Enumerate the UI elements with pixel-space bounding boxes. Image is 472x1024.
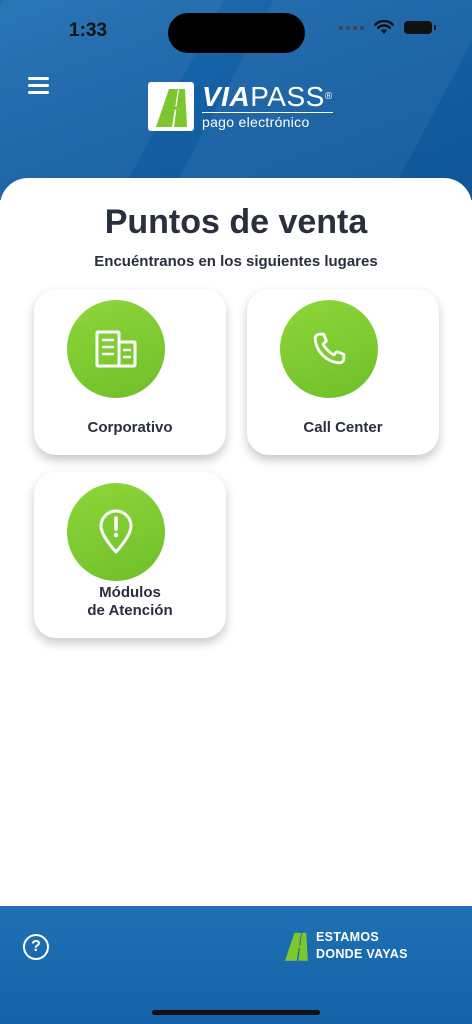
tile-call-center[interactable]: Call Center bbox=[247, 289, 439, 455]
logo-brand-light: PASS bbox=[250, 81, 325, 112]
road-logo-icon bbox=[148, 82, 194, 131]
tile-label-line2: de Atención bbox=[87, 602, 173, 619]
tile-icon-circle bbox=[67, 483, 165, 581]
wifi-icon bbox=[374, 20, 394, 34]
hamburger-menu-icon[interactable] bbox=[28, 77, 49, 97]
slogan-line1: ESTAMOS bbox=[316, 930, 379, 944]
battery-icon bbox=[404, 21, 436, 34]
location-pin-icon bbox=[99, 509, 133, 554]
tile-label-call-center: Call Center bbox=[303, 419, 383, 436]
phone-icon bbox=[313, 332, 346, 365]
road-logo-icon bbox=[284, 932, 308, 961]
home-indicator bbox=[152, 1010, 320, 1015]
footer-slogan: ESTAMOS DONDE VAYAS bbox=[282, 928, 408, 964]
footer-bar bbox=[0, 906, 472, 1024]
viapass-logo: VIAPASS® pago electrónico bbox=[148, 82, 333, 131]
logo-brand-bold: VIA bbox=[202, 81, 251, 112]
tile-label-modulos: Módulos de Atención bbox=[34, 584, 226, 620]
slogan-line2: DONDE VAYAS bbox=[316, 947, 408, 961]
tile-label-line1: Módulos bbox=[99, 584, 161, 601]
logo-registered: ® bbox=[324, 91, 333, 102]
tile-icon-circle bbox=[280, 300, 378, 398]
logo-tagline: pago electrónico bbox=[202, 112, 333, 130]
page-title: Puntos de venta bbox=[104, 203, 368, 241]
tile-modulos-atencion[interactable]: Módulos de Atención bbox=[34, 472, 226, 638]
status-time: 1:33 bbox=[69, 20, 108, 41]
dynamic-island bbox=[168, 13, 305, 53]
cellular-signal-icon bbox=[339, 25, 364, 30]
tile-label-corporativo: Corporativo bbox=[87, 419, 173, 436]
tile-corporativo[interactable]: Corporativo bbox=[34, 289, 226, 455]
page-subtitle: Encuéntranos en los siguientes lugares bbox=[94, 253, 378, 270]
status-icons bbox=[339, 20, 436, 35]
building-icon bbox=[95, 330, 137, 368]
tile-icon-circle bbox=[67, 300, 165, 398]
help-icon[interactable]: ? bbox=[23, 934, 49, 960]
